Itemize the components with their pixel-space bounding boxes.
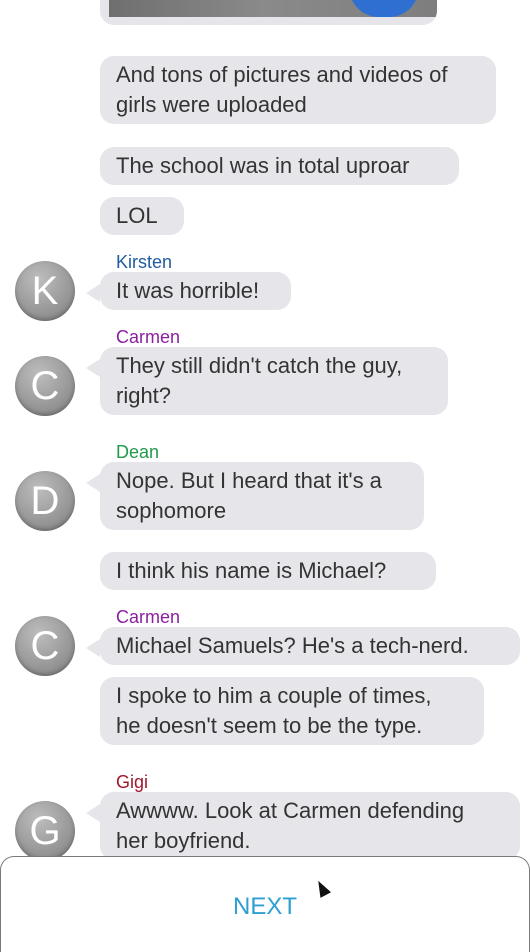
avatar: D	[15, 471, 75, 531]
message-line: LOL	[116, 203, 158, 228]
message-line: her boyfriend.	[116, 828, 251, 853]
message-line: Awwww. Look at Carmen defending	[116, 798, 465, 823]
message-line: I think his name is Michael?	[116, 558, 387, 583]
avatar: C	[15, 356, 75, 416]
message-bubble: It was horrible!	[86, 272, 291, 310]
avatar: C	[15, 616, 75, 676]
footer-panel: NEXT	[0, 856, 530, 952]
message-line: sophomore	[116, 498, 227, 523]
message-line: They still didn't catch the guy,	[116, 353, 403, 378]
next-button[interactable]: NEXT	[1, 857, 529, 952]
message-bubble: And tons of pictures and videos of girls…	[100, 56, 496, 124]
photo-image	[109, 0, 437, 17]
message-line: I spoke to him a couple of times,	[116, 683, 432, 708]
message-line: Nope. But I heard that it's a	[116, 468, 382, 493]
sender-name: Carmen	[116, 607, 181, 627]
message-bubble: LOL	[100, 197, 184, 235]
message-bubble: Awwww. Look at Carmen defending her boyf…	[86, 792, 520, 860]
sender-name: Kirsten	[116, 252, 173, 272]
photo-detail	[349, 0, 419, 17]
photo-message[interactable]	[100, 0, 437, 25]
message-line: It was horrible!	[116, 278, 260, 303]
message-bubble: The school was in total uproar	[100, 147, 459, 185]
message-bubble: Nope. But I heard that it's a sophomore	[86, 462, 424, 530]
avatar: G	[15, 801, 75, 861]
message-bubble: I think his name is Michael?	[100, 552, 436, 590]
message-line: right?	[116, 383, 172, 408]
sender-name: Carmen	[116, 327, 181, 347]
message-bubble: Michael Samuels? He's a tech-nerd.	[86, 627, 520, 665]
message-line: girls were uploaded	[116, 92, 307, 117]
message-line: The school was in total uproar	[116, 153, 410, 178]
message-bubble: They still didn't catch the guy, right?	[86, 347, 448, 415]
sender-name: Dean	[116, 442, 160, 462]
message-line: Michael Samuels? He's a tech-nerd.	[116, 633, 469, 658]
message-line: And tons of pictures and videos of	[116, 62, 448, 87]
sender-name: Gigi	[116, 772, 149, 792]
message-line: he doesn't seem to be the type.	[116, 713, 423, 738]
avatar: K	[15, 261, 75, 321]
message-bubble: I spoke to him a couple of times, he doe…	[100, 677, 484, 745]
